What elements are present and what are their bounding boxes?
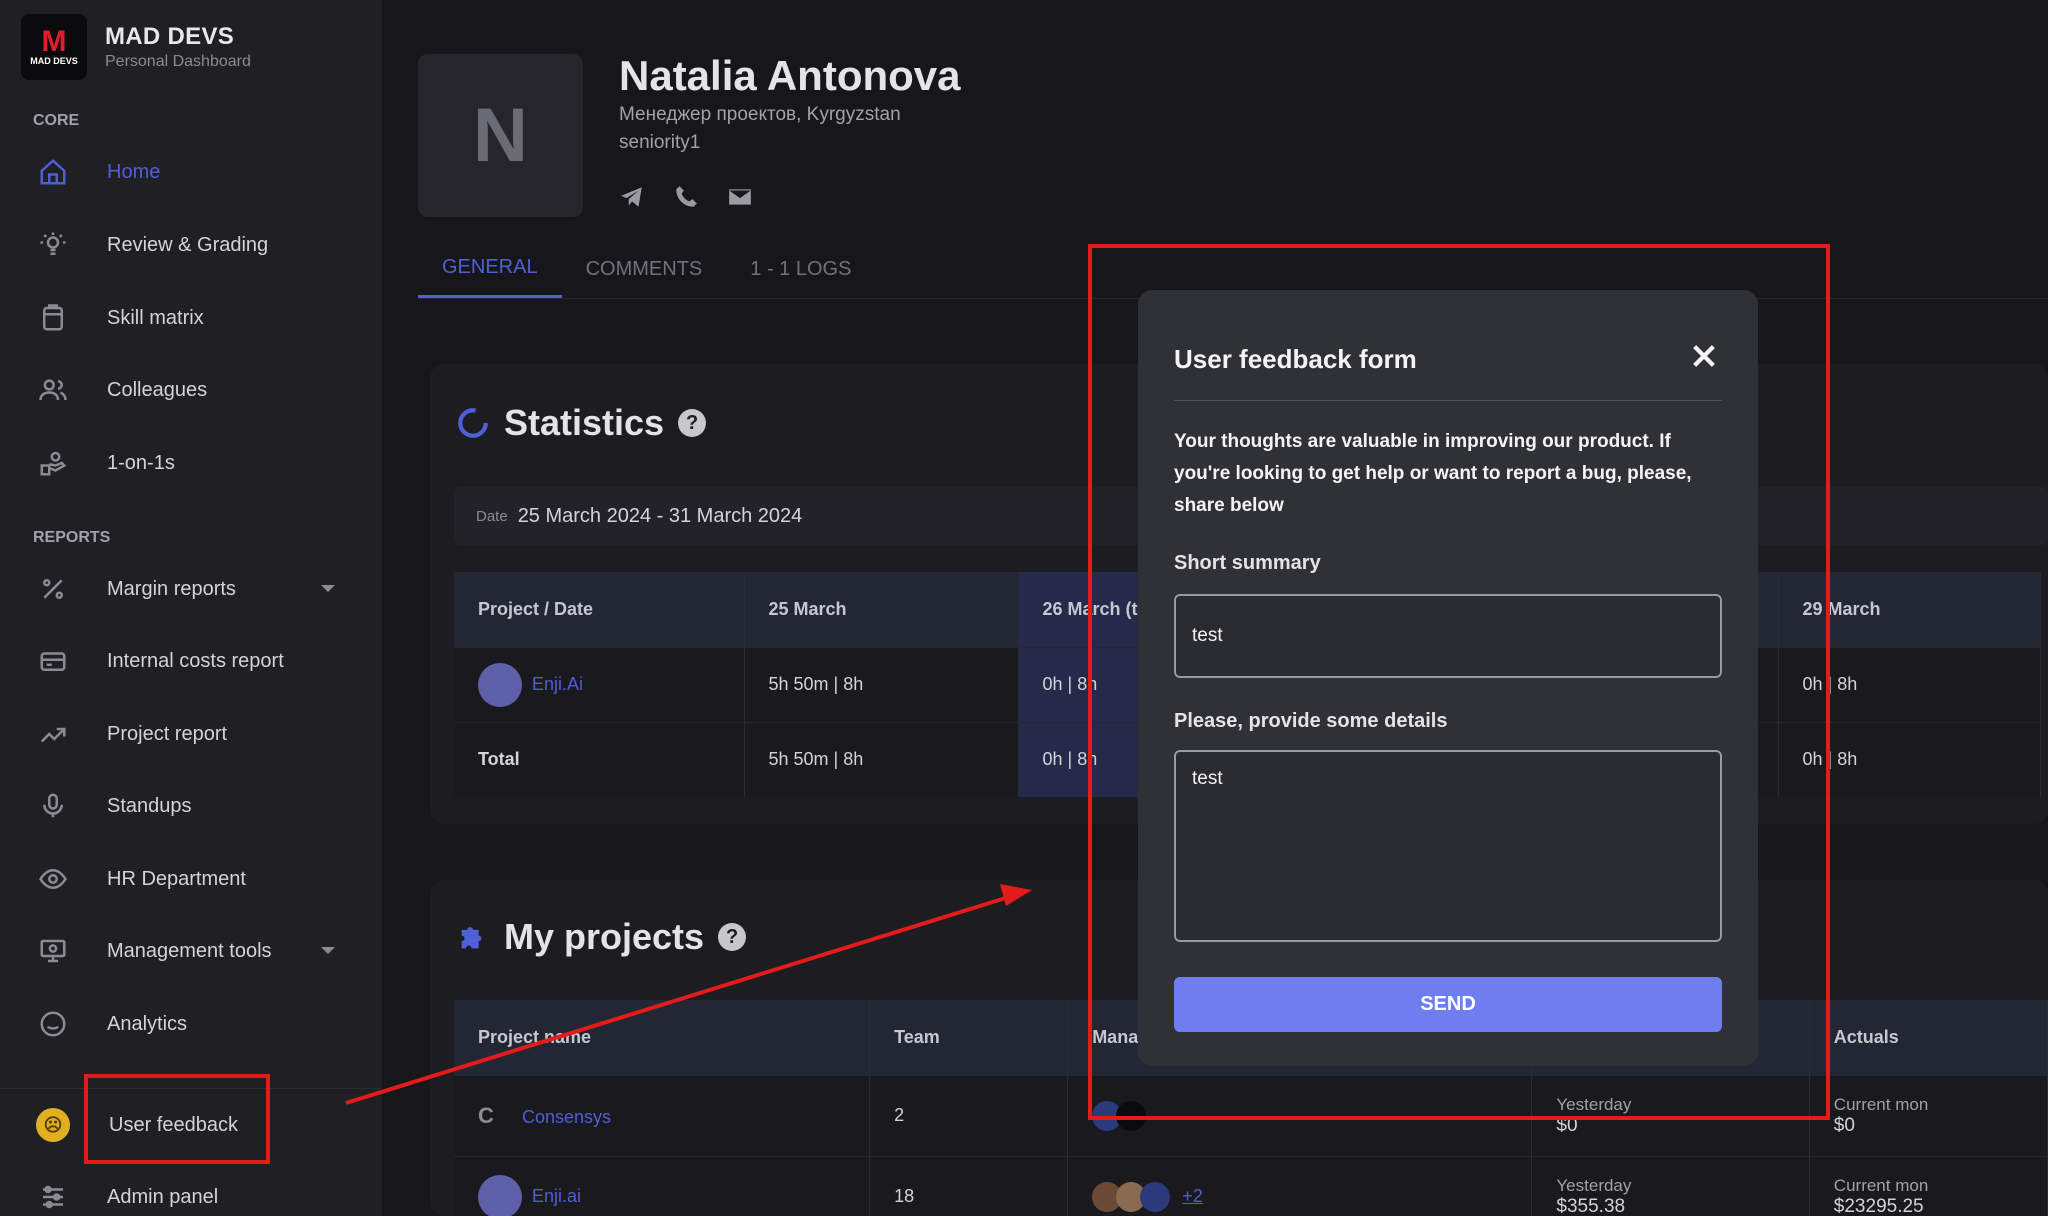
annotation-arrow xyxy=(345,884,1032,1105)
